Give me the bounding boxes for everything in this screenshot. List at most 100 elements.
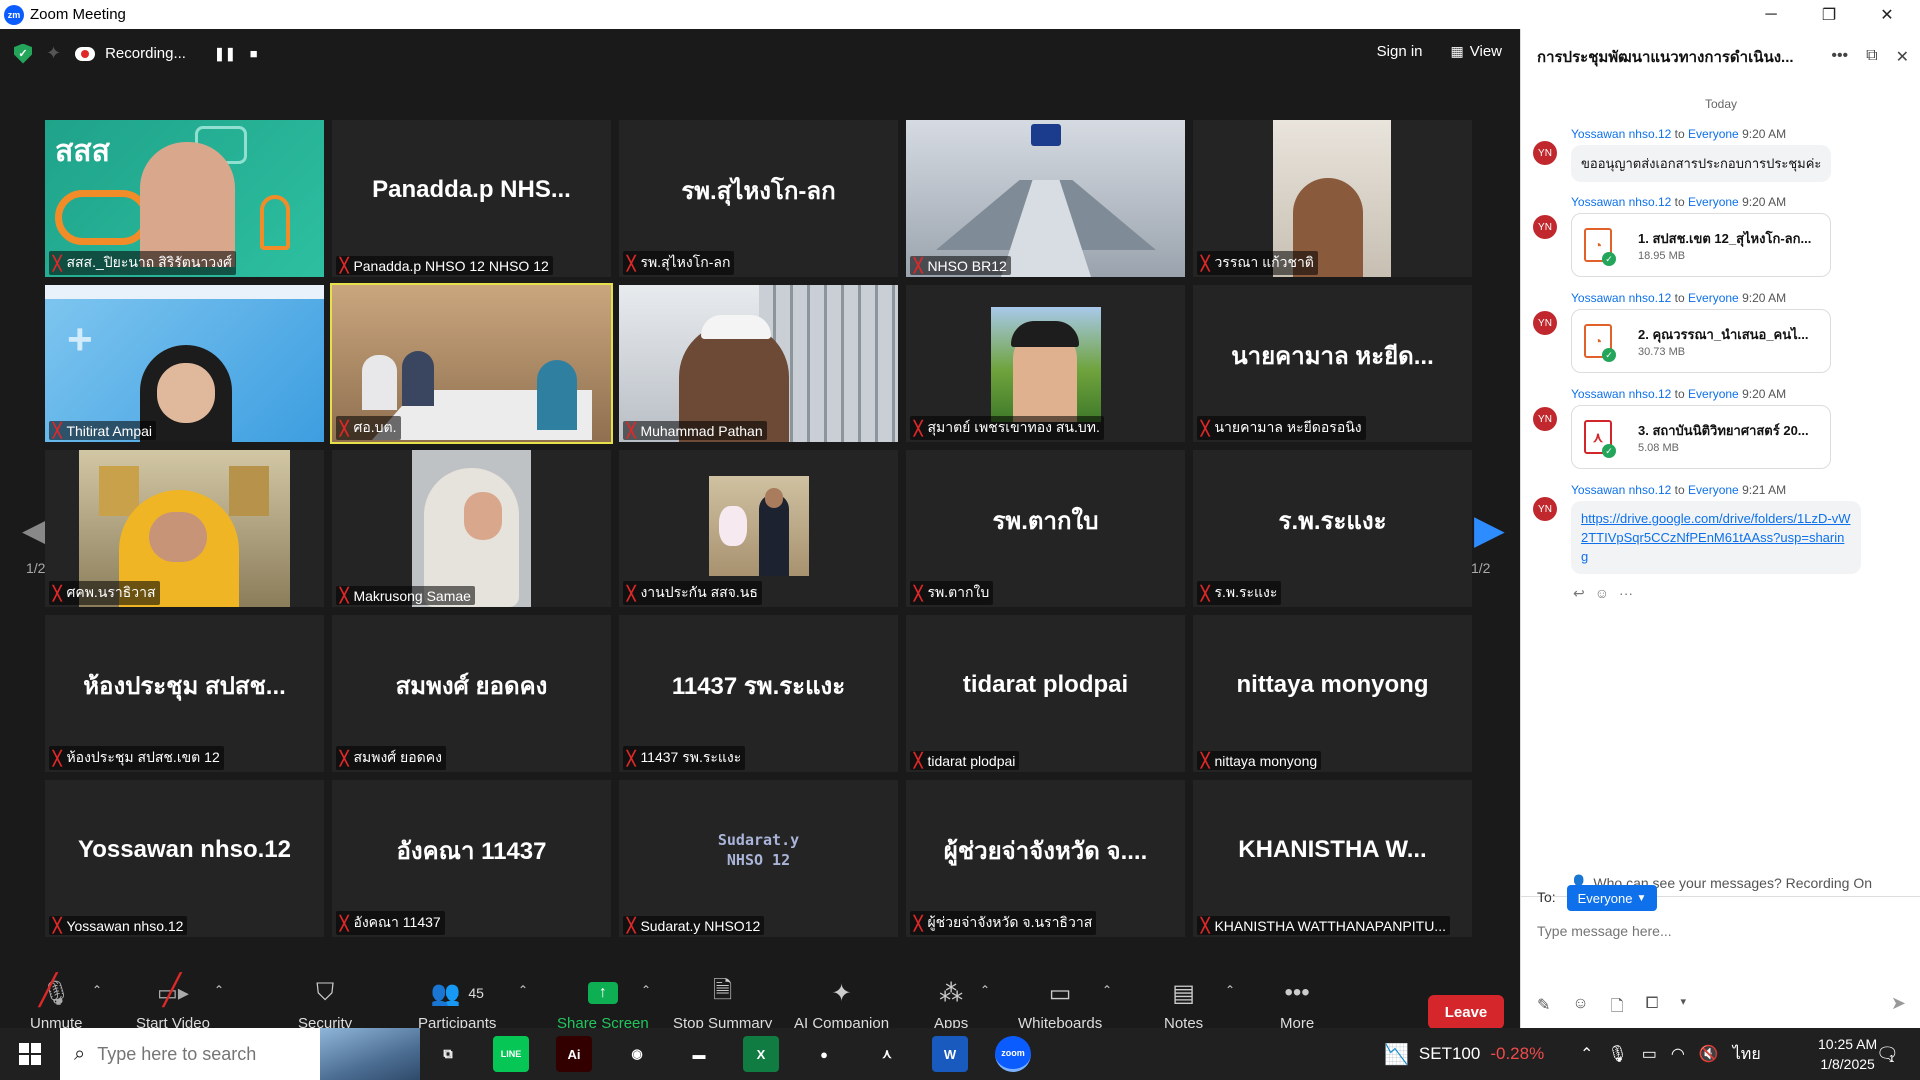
file-attachment[interactable]: ◔ ✓ 2. คุณวรรณา_นำเสนอ_คนไ... 30.73 MB	[1571, 309, 1831, 373]
participants-button[interactable]: 👥 45 Participants	[418, 977, 496, 1033]
file-attachment[interactable]: ⋏ ✓ 3. สถาบันนิติวิทยาศาสตร์ 20... 5.08 …	[1571, 405, 1831, 469]
stop-recording-icon[interactable]: ■	[250, 46, 258, 61]
next-page-arrow-icon[interactable]: ▶	[1474, 507, 1505, 553]
zoom-app-icon[interactable]: zoom	[995, 1036, 1031, 1072]
language-indicator[interactable]: ไทย	[1733, 1042, 1761, 1067]
participant-display-name: 11437 รพ.ระแงะ	[671, 672, 846, 700]
participant-tile[interactable]: ╳ ศอ.บต.	[330, 283, 613, 444]
participant-tile[interactable]: ╳ วรรณา แก้วชาติ	[1193, 120, 1472, 277]
volume-muted-icon[interactable]: 🔇	[1699, 1044, 1719, 1064]
share-screen-button[interactable]: ↑ Share Screen	[557, 977, 649, 1032]
participant-tile[interactable]: รพ.ตากใบ ╳ รพ.ตากใบ	[906, 450, 1185, 607]
participant-tile[interactable]: นายคามาล หะยีด... ╳ นายคามาล หะยีดอรอนิง	[1193, 285, 1472, 442]
notification-center[interactable]: 🗨 1	[1876, 1028, 1899, 1080]
reply-icon[interactable]: ↩	[1573, 585, 1585, 602]
chrome-app-icon[interactable]: ◉	[619, 1036, 655, 1072]
word-app-icon[interactable]: W	[932, 1036, 968, 1072]
stop-summary-button[interactable]: 🗎 Stop Summary	[673, 977, 772, 1033]
participant-tile[interactable]: ╳ ศคพ.นราธิวาส	[45, 450, 324, 607]
file-explorer-icon[interactable]: ▬	[681, 1036, 717, 1072]
acrobat-app-icon[interactable]: ⋏	[869, 1036, 905, 1072]
format-text-icon[interactable]: ✎	[1537, 995, 1550, 1022]
participant-tile[interactable]: Sudarat.y NHSO 12 ╳ Sudarat.y NHSO12	[619, 780, 898, 937]
notes-button[interactable]: ▤ Notes	[1164, 977, 1203, 1033]
stock-widget[interactable]: 📉 SET100 -0.28%	[1384, 1028, 1544, 1080]
ai-sparkle-icon[interactable]: ✦	[46, 43, 61, 64]
line-app-icon[interactable]: LINE	[493, 1036, 529, 1072]
leave-button[interactable]: Leave	[1428, 995, 1504, 1029]
security-button[interactable]: ⛉ Security	[298, 977, 352, 1032]
send-icon[interactable]: ➤	[1891, 993, 1906, 1014]
participant-tile[interactable]: + ╳ Thitirat Ampai	[45, 285, 324, 442]
sender-name[interactable]: Yossawan nhso.12	[1571, 195, 1671, 209]
participant-tile[interactable]: ╳ NHSO BR12	[906, 120, 1185, 277]
search-input[interactable]	[97, 1043, 318, 1065]
close-window-button[interactable]: ✕	[1864, 0, 1910, 29]
sender-name[interactable]: Yossawan nhso.12	[1571, 291, 1671, 305]
battery-icon[interactable]: ▭	[1642, 1044, 1657, 1064]
participant-tile[interactable]: ╳ สุมาตย์ เพชรเขาทอง สน.บท.	[906, 285, 1185, 442]
participant-tile[interactable]: ╳ Makrusong Samae	[332, 450, 611, 607]
chat-more-icon[interactable]: •••	[1831, 47, 1848, 67]
recipient-dropdown[interactable]: Everyone ▼	[1567, 885, 1657, 911]
start-button[interactable]	[0, 1028, 60, 1080]
participant-tile[interactable]: ผู้ช่วยจ่าจังหวัด จ.... ╳ ผู้ช่วยจ่าจังหวั…	[906, 780, 1185, 937]
participant-tile[interactable]: tidarat plodpai ╳ tidarat plodpai	[906, 615, 1185, 772]
apps-options-chevron-icon[interactable]: ⌃	[980, 983, 990, 997]
whiteboards-button[interactable]: ▭ Whiteboards	[1018, 977, 1102, 1033]
audio-options-chevron-icon[interactable]: ⌃	[92, 983, 102, 997]
wifi-icon[interactable]: ◠	[1671, 1044, 1685, 1064]
more-button[interactable]: ••• More	[1280, 977, 1314, 1032]
participant-tile[interactable]: nittaya monyong ╳ nittaya monyong	[1193, 615, 1472, 772]
participant-tile[interactable]: รพ.สุไหงโก-ลก ╳ รพ.สุไหงโก-ลก	[619, 120, 898, 277]
pause-recording-icon[interactable]: ❚❚	[214, 46, 236, 62]
emoji-icon[interactable]: ☺	[1572, 995, 1588, 1022]
chat-message-input[interactable]	[1537, 923, 1897, 939]
excel-app-icon[interactable]: X	[743, 1036, 779, 1072]
sender-name[interactable]: Yossawan nhso.12	[1571, 127, 1671, 141]
whiteboards-options-chevron-icon[interactable]: ⌃	[1102, 983, 1112, 997]
encryption-shield-icon[interactable]: ✓	[14, 43, 32, 64]
sign-in-button[interactable]: Sign in	[1377, 43, 1423, 60]
apps-button[interactable]: ⁂ Apps	[934, 977, 968, 1033]
sender-name[interactable]: Yossawan nhso.12	[1571, 483, 1671, 497]
participant-tile[interactable]: 11437 รพ.ระแงะ ╳ 11437 รพ.ระแงะ	[619, 615, 898, 772]
add-reaction-icon[interactable]: ☺	[1595, 585, 1609, 602]
participant-tile[interactable]: สมพงศ์ ยอดคง ╳ สมพงศ์ ยอดคง	[332, 615, 611, 772]
participant-tile[interactable]: Yossawan nhso.12 ╳ Yossawan nhso.12	[45, 780, 324, 937]
file-attachment[interactable]: ◔ ✓ 1. สปสช.เขต 12_สุไหงโก-ลก... 18.95 M…	[1571, 213, 1831, 277]
show-hidden-icons-chevron-icon[interactable]: ⌃	[1580, 1044, 1593, 1064]
share-options-chevron-icon[interactable]: ⌃	[641, 983, 651, 997]
microphone-icon[interactable]: 🎙	[1607, 1044, 1627, 1064]
popout-icon[interactable]: ⧉	[1866, 47, 1877, 67]
illustrator-app-icon[interactable]: Ai	[556, 1036, 592, 1072]
video-options-chevron-icon[interactable]: ⌃	[214, 983, 224, 997]
close-chat-icon[interactable]: ✕	[1896, 47, 1909, 67]
minimize-button[interactable]: ─	[1748, 0, 1794, 29]
participant-tile[interactable]: ร.พ.ระแงะ ╳ ร.พ.ระแงะ	[1193, 450, 1472, 607]
participants-options-chevron-icon[interactable]: ⌃	[518, 983, 528, 997]
participant-tile[interactable]: ╳ งานประกัน สสจ.นธ	[619, 450, 898, 607]
participant-tile[interactable]: KHANISTHA W... ╳ KHANISTHA WATTHANAPANPITU…	[1193, 780, 1472, 937]
restore-button[interactable]: ❐	[1806, 0, 1852, 29]
participant-tile[interactable]: ╳ Muhammad Pathan	[619, 285, 898, 442]
notes-options-chevron-icon[interactable]: ⌃	[1225, 983, 1235, 997]
participant-tile[interactable]: ห้องประชุม สปสช... ╳ ห้องประชุม สปสช.เขต 1…	[45, 615, 324, 772]
unmute-button[interactable]: 🎙 ╱ Unmute	[30, 974, 83, 1032]
view-button[interactable]: ▦ View	[1451, 43, 1502, 60]
message-more-icon[interactable]: ···	[1619, 585, 1633, 602]
sender-name[interactable]: Yossawan nhso.12	[1571, 387, 1671, 401]
screenshot-icon[interactable]: ⧠	[1646, 995, 1659, 1022]
shared-link[interactable]: https://drive.google.com/drive/folders/1…	[1571, 501, 1861, 574]
participant-tile[interactable]: Panadda.p NHS... ╳ Panadda.p NHSO 12 NHSO …	[332, 120, 611, 277]
more-options-chevron-icon[interactable]: ▾	[1680, 995, 1686, 1022]
taskbar-search[interactable]: ⌕	[60, 1028, 420, 1080]
start-video-button[interactable]: ▭▸ ╱ Start Video	[136, 974, 210, 1032]
participant-tile[interactable]: สสส ╳ สสส._ปิยะนาถ สิริรัตนาวงศ์	[45, 120, 324, 277]
clock[interactable]: 10:25 AM 1/8/2025	[1818, 1028, 1877, 1080]
ai-companion-button[interactable]: ✦ AI Companion	[794, 977, 889, 1033]
firefox-app-icon[interactable]: ●	[806, 1036, 842, 1072]
attach-file-icon[interactable]: 🗋	[1611, 995, 1624, 1022]
participant-tile[interactable]: อังคณา 11437 ╳ อังคณา 11437	[332, 780, 611, 937]
task-view-icon[interactable]: ⧉	[430, 1036, 466, 1072]
